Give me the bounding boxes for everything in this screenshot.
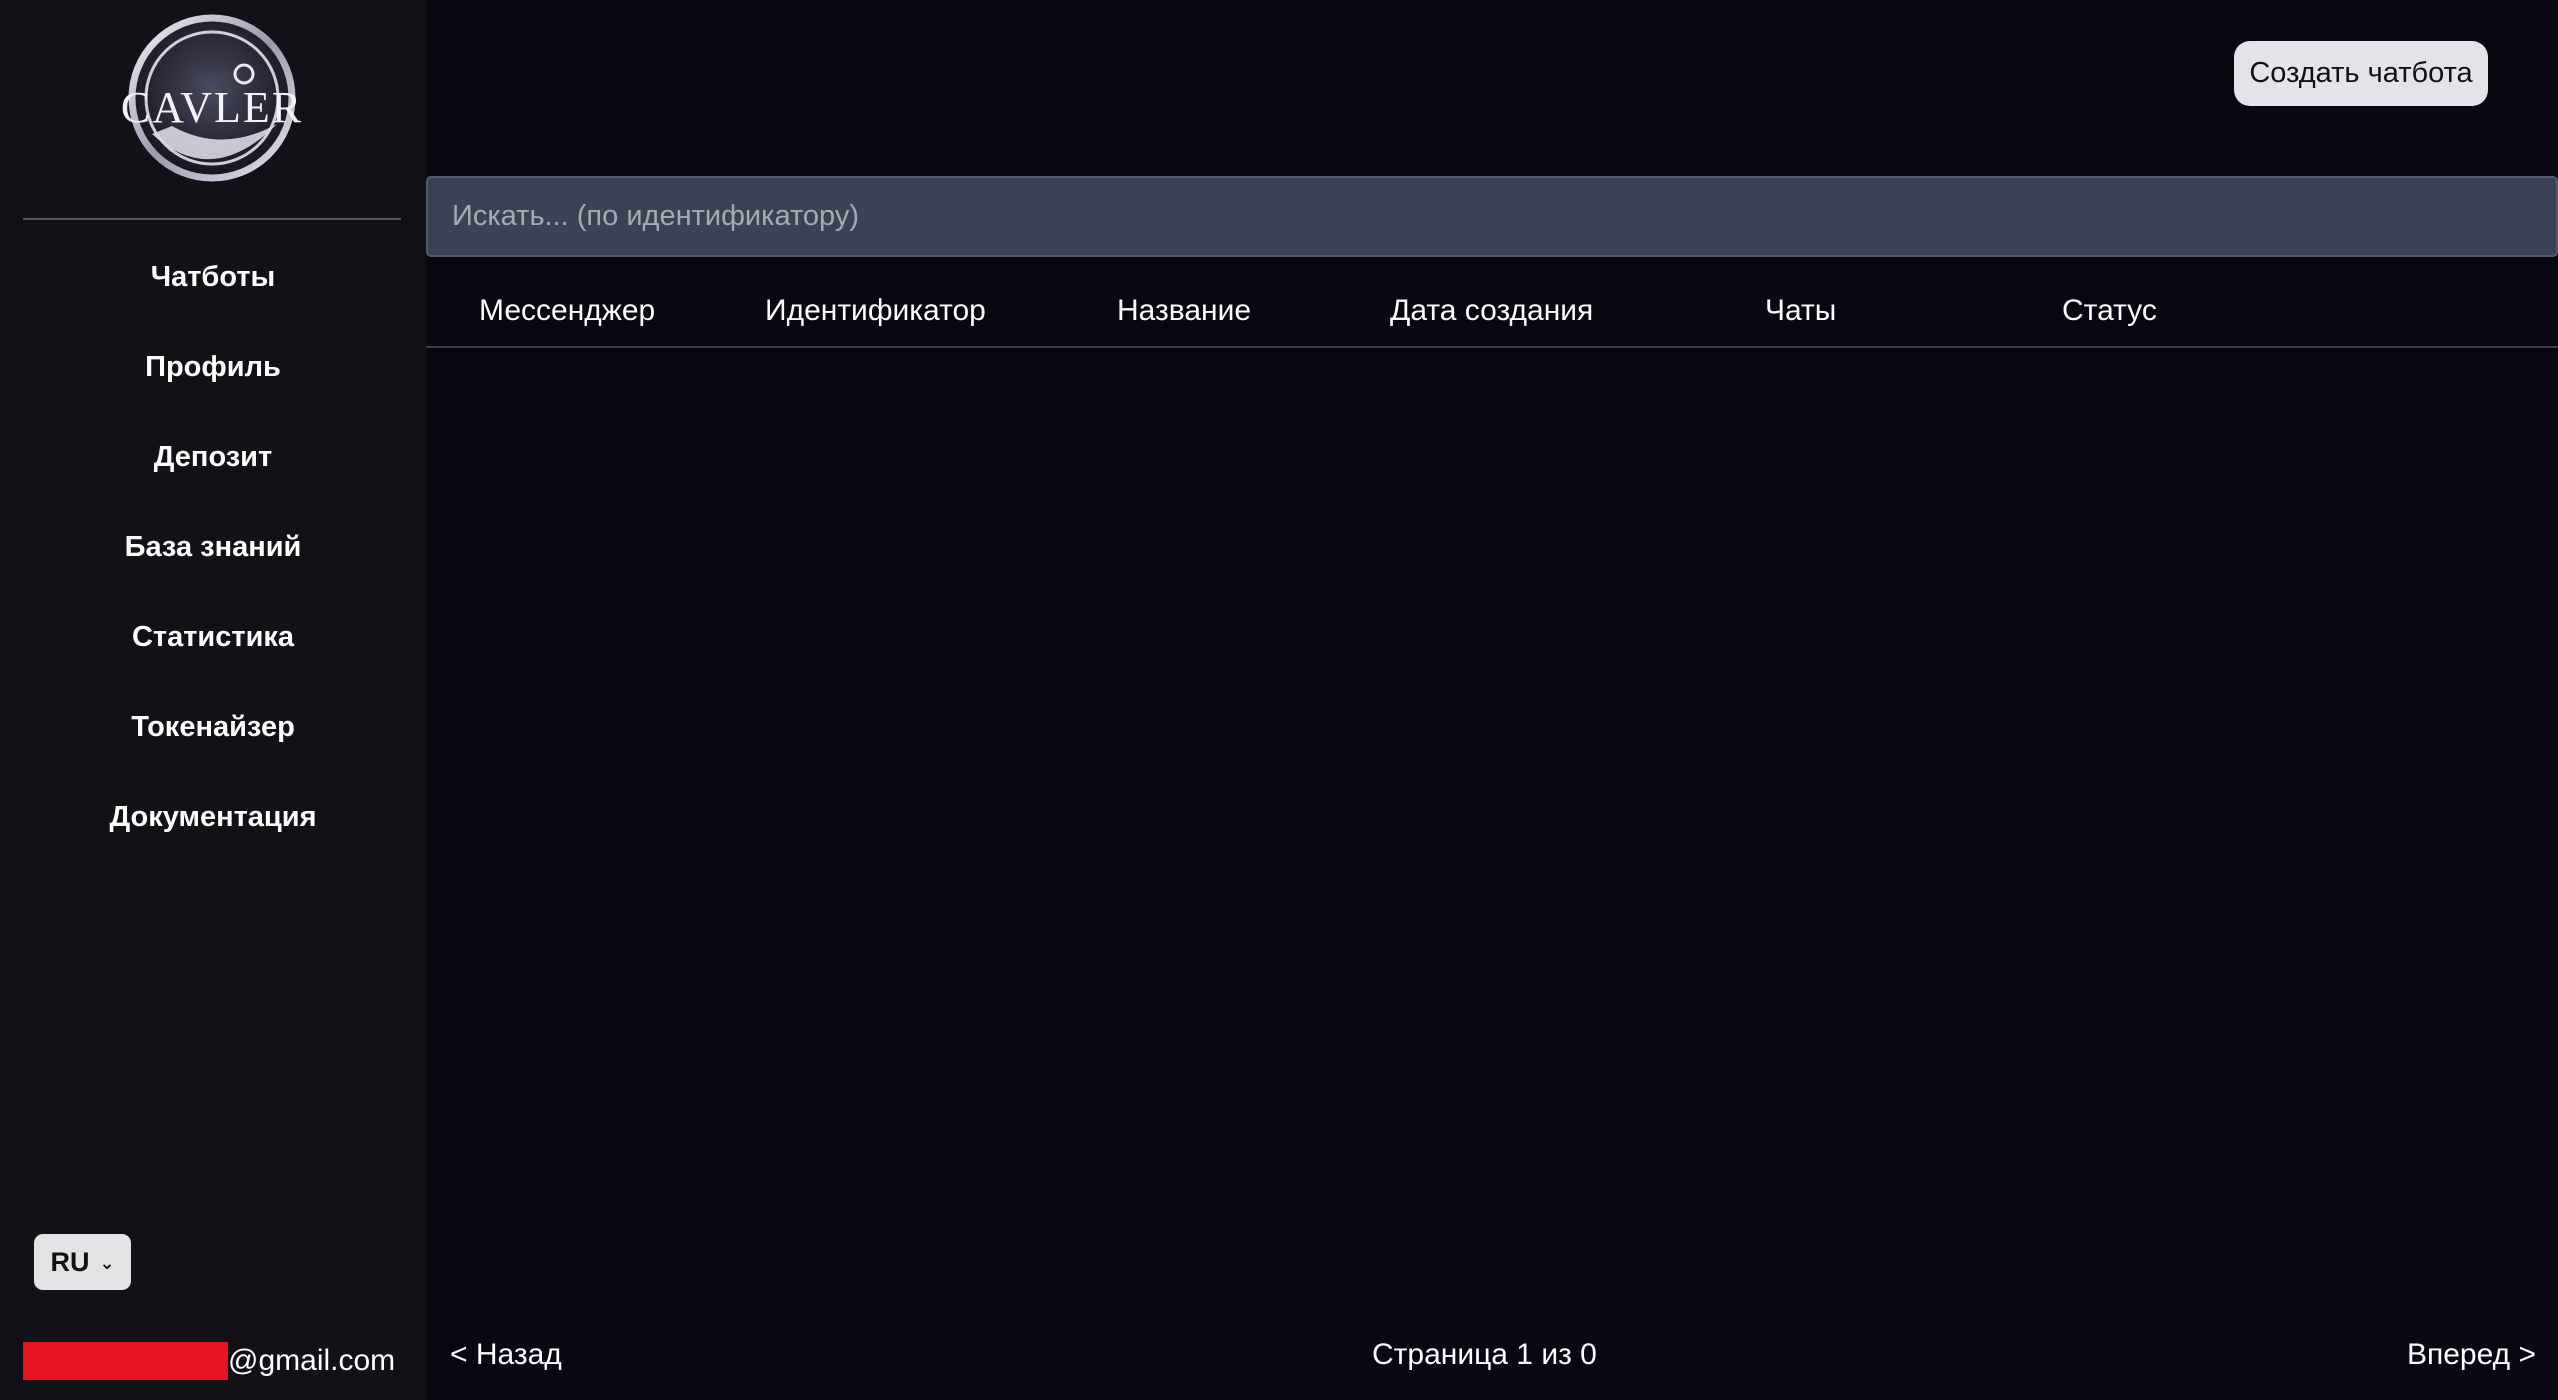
column-header-created-date: Дата создания [1390,294,1594,327]
sidebar-item-profile[interactable]: Профиль [0,322,426,412]
pagination-info: Страница 1 из 0 [1372,1338,1597,1371]
brand-logo-icon: CAVLER [121,14,303,182]
column-header-messenger: Мессенджер [479,294,656,327]
brand-logo-text: CAVLER [121,83,303,132]
language-value: RU [50,1246,90,1277]
sidebar-divider [23,218,401,220]
main-content: Создать чатбота Мессенджер Идентификатор… [426,0,2558,1400]
sidebar-item-statistics[interactable]: Статистика [0,592,426,682]
sidebar-item-tokenizer[interactable]: Токенайзер [0,682,426,772]
column-header-chats: Чаты [1765,294,1837,327]
pagination-prev-button[interactable]: < Назад [450,1338,562,1372]
sidebar-item-knowledge-base[interactable]: База знаний [0,502,426,592]
sidebar-nav: Чатботы Профиль Депозит База знаний Стат… [0,232,426,862]
column-header-name: Название [1117,294,1252,327]
sidebar-item-documentation[interactable]: Документация [0,772,426,862]
app-root: CAVLER Чатботы Профиль Депозит База знан… [0,0,2558,1400]
redacted-block [23,1342,228,1380]
table-header: Мессенджер Идентификатор Название Дата с… [426,288,2558,348]
search-input[interactable] [426,176,2558,257]
language-select[interactable]: RU ⌄ [34,1234,131,1290]
sidebar: CAVLER Чатботы Профиль Депозит База знан… [0,0,426,1400]
sidebar-item-chatbots[interactable]: Чатботы [0,232,426,322]
pagination-next-button[interactable]: Вперед > [2407,1338,2536,1372]
column-header-identifier: Идентификатор [765,294,986,327]
create-chatbot-button[interactable]: Создать чатбота [2234,41,2488,106]
pagination: < Назад Страница 1 из 0 Вперед > [426,1338,2558,1382]
user-email: @gmail.com [23,1342,395,1380]
column-header-status: Статус [2062,294,2157,327]
user-email-domain: @gmail.com [228,1344,396,1377]
sidebar-item-deposit[interactable]: Депозит [0,412,426,502]
brand-logo[interactable]: CAVLER [112,14,312,186]
chevron-down-icon: ⌄ [99,1252,115,1273]
